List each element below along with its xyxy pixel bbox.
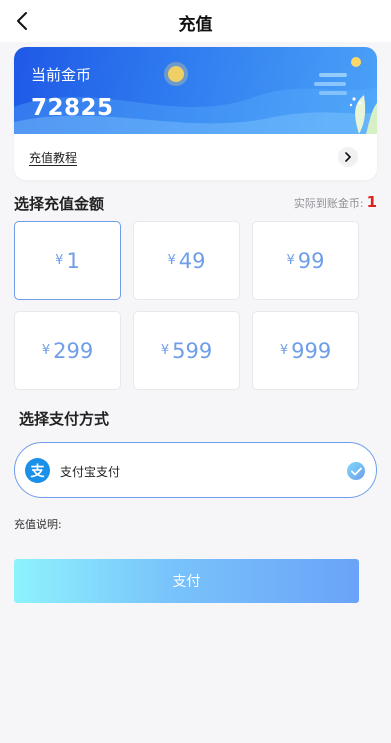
amount-value: 299 (53, 338, 94, 363)
checkmark-icon (347, 462, 365, 480)
actual-coins-value: 1 (366, 193, 377, 211)
actual-coins: 实际到账金币: 1 (294, 193, 377, 211)
amount-option-999[interactable]: ¥999 (252, 311, 359, 390)
currency-symbol: ¥ (286, 253, 295, 268)
payment-option-alipay[interactable]: 支 支付宝支付 (14, 442, 377, 498)
chevron-right-icon (345, 152, 351, 162)
currency-symbol: ¥ (55, 253, 64, 268)
amount-option-299[interactable]: ¥299 (14, 311, 121, 390)
tutorial-arrow-button[interactable] (338, 147, 358, 167)
balance-label: 当前金币 (31, 66, 92, 84)
amount-option-1[interactable]: ¥1 (14, 221, 121, 300)
tutorial-row[interactable]: 充值教程 (14, 134, 377, 180)
amount-option-599[interactable]: ¥599 (133, 311, 240, 390)
alipay-icon: 支 (25, 458, 50, 483)
balance-banner: 当前金币 72825 (14, 47, 377, 134)
amount-option-99[interactable]: ¥99 (252, 221, 359, 300)
currency-symbol: ¥ (279, 343, 289, 358)
currency-symbol: ¥ (41, 343, 51, 358)
pay-button[interactable]: 支付 (14, 559, 359, 603)
currency-symbol: ¥ (167, 253, 176, 268)
amount-value: 999 (291, 338, 332, 363)
page-title: 充值 (178, 15, 213, 35)
header-bar: 充值 (0, 0, 391, 42)
recharge-note-label: 充值说明: (14, 518, 62, 531)
amount-value: 99 (297, 248, 325, 273)
actual-coins-label: 实际到账金币: (293, 197, 364, 210)
amount-section-title: 选择充值金额 (14, 195, 105, 213)
balance-value: 72825 (31, 95, 114, 121)
balance-card: 当前金币 72825 充值教程 (14, 47, 377, 180)
payment-option-label: 支付宝支付 (60, 465, 121, 479)
amount-value: 1 (66, 248, 80, 273)
payment-section-title: 选择支付方式 (19, 410, 110, 428)
tutorial-link[interactable]: 充值教程 (29, 149, 77, 166)
currency-symbol: ¥ (160, 343, 170, 358)
amount-value: 49 (178, 248, 206, 273)
amount-value: 599 (172, 338, 213, 363)
amount-option-49[interactable]: ¥49 (133, 221, 240, 300)
